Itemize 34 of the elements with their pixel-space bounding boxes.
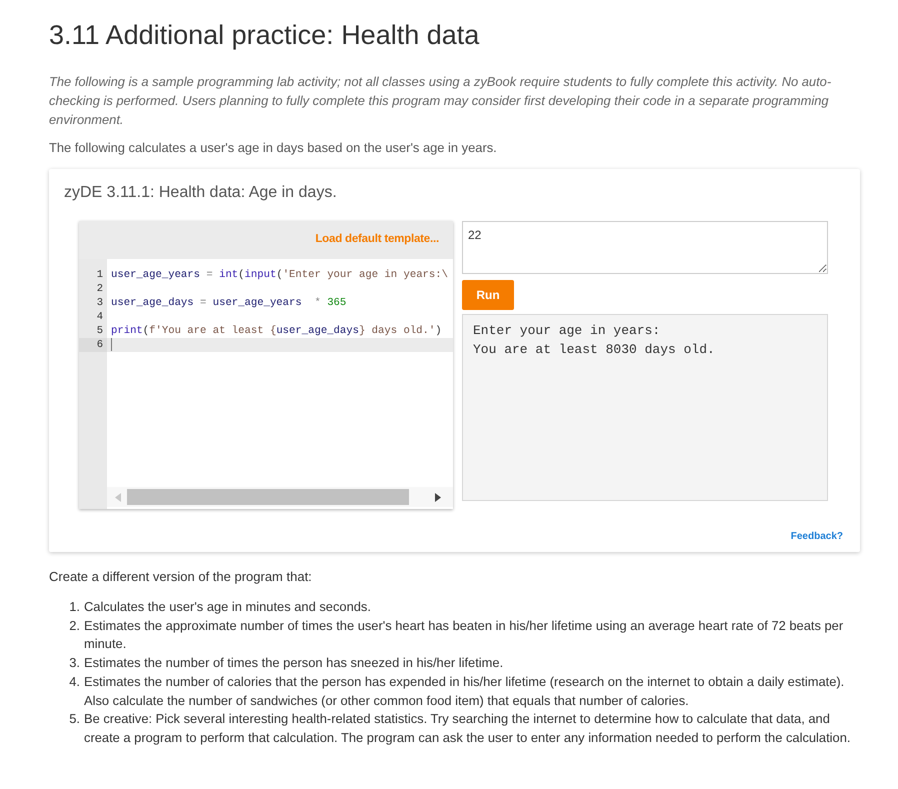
right-arrow-icon[interactable] bbox=[435, 492, 441, 502]
instruction-text: Be creative: Pick several interesting health-related statistics. Try searching the internet to determine how to calculate that data, and create a program to perform that calculation. The program can ask the user to enter any information needed to perform the calculation. bbox=[84, 710, 852, 747]
scrollbar-thumb[interactable] bbox=[127, 489, 409, 505]
output-line: Enter your age in years: bbox=[473, 322, 660, 340]
instructions-lead: Create a different version of the program that: bbox=[49, 568, 312, 586]
list-number: 1. bbox=[68, 598, 80, 616]
line-number: 4 bbox=[96, 310, 104, 324]
line-number: 1 bbox=[96, 268, 104, 282]
activity-title: zyDE 3.11.1: Health data: Age in days. bbox=[64, 183, 337, 203]
instruction-text: Estimates the number of times the person has sneezed in his/her lifetime. bbox=[84, 654, 504, 672]
description-text: The following calculates a user's age in days based on the user's age in years. bbox=[49, 139, 497, 157]
output-line: You are at least 8030 days old. bbox=[473, 341, 715, 359]
code-area[interactable]: 1 2 3 4 5 6 user_age_years = int(input('Enter your age in years:\ user_age_days = user_age_years * 365 print(f'You are at least {user_age_days} days old.') bbox=[79, 259, 453, 509]
page-title: 3.11 Additional practice: Health data bbox=[49, 20, 480, 51]
code-line[interactable]: print(f'You are at least {user_age_days} days old.') bbox=[107, 324, 442, 338]
list-number: 4. bbox=[68, 672, 80, 691]
code-line[interactable]: user_age_days = user_age_years * 365 bbox=[107, 296, 346, 310]
list-number: 3. bbox=[68, 654, 80, 672]
left-arrow-icon[interactable] bbox=[115, 492, 121, 502]
line-number: 5 bbox=[96, 324, 104, 338]
instruction-text: Estimates the approximate number of times the user's heart has beaten in his/her lifetime using an average heart rate of 72 beats per minute. bbox=[84, 616, 844, 654]
line-number: 2 bbox=[96, 282, 104, 296]
list-number: 2. bbox=[68, 616, 80, 635]
list-number: 5. bbox=[68, 710, 80, 728]
horizontal-scrollbar[interactable] bbox=[107, 487, 453, 507]
text-cursor-icon bbox=[111, 338, 112, 351]
feedback-link[interactable]: Feedback? bbox=[790, 530, 843, 544]
code-line[interactable]: user_age_years = int(input('Enter your age in years:\ bbox=[107, 268, 448, 282]
instruction-text: Estimates the number of calories that the person has expended in his/her lifetime (research on the internet to obtain a daily estimate). Also calculate the number of sandwiches (or other common food item) that equals that number of calories. bbox=[84, 672, 846, 710]
line-number: 3 bbox=[96, 296, 104, 310]
line-number: 6 bbox=[79, 338, 107, 352]
instruction-text: Calculates the user's age in minutes and seconds. bbox=[84, 598, 371, 616]
input-field[interactable]: 22 bbox=[462, 221, 828, 274]
sample-activity-note: The following is a sample programming lab activity; not all classes using a zyBook require students to fully complete this activity. No auto-checking is performed. Users planning to fully complete this program may consider first developing their code in a separate programming environment. bbox=[49, 73, 832, 129]
